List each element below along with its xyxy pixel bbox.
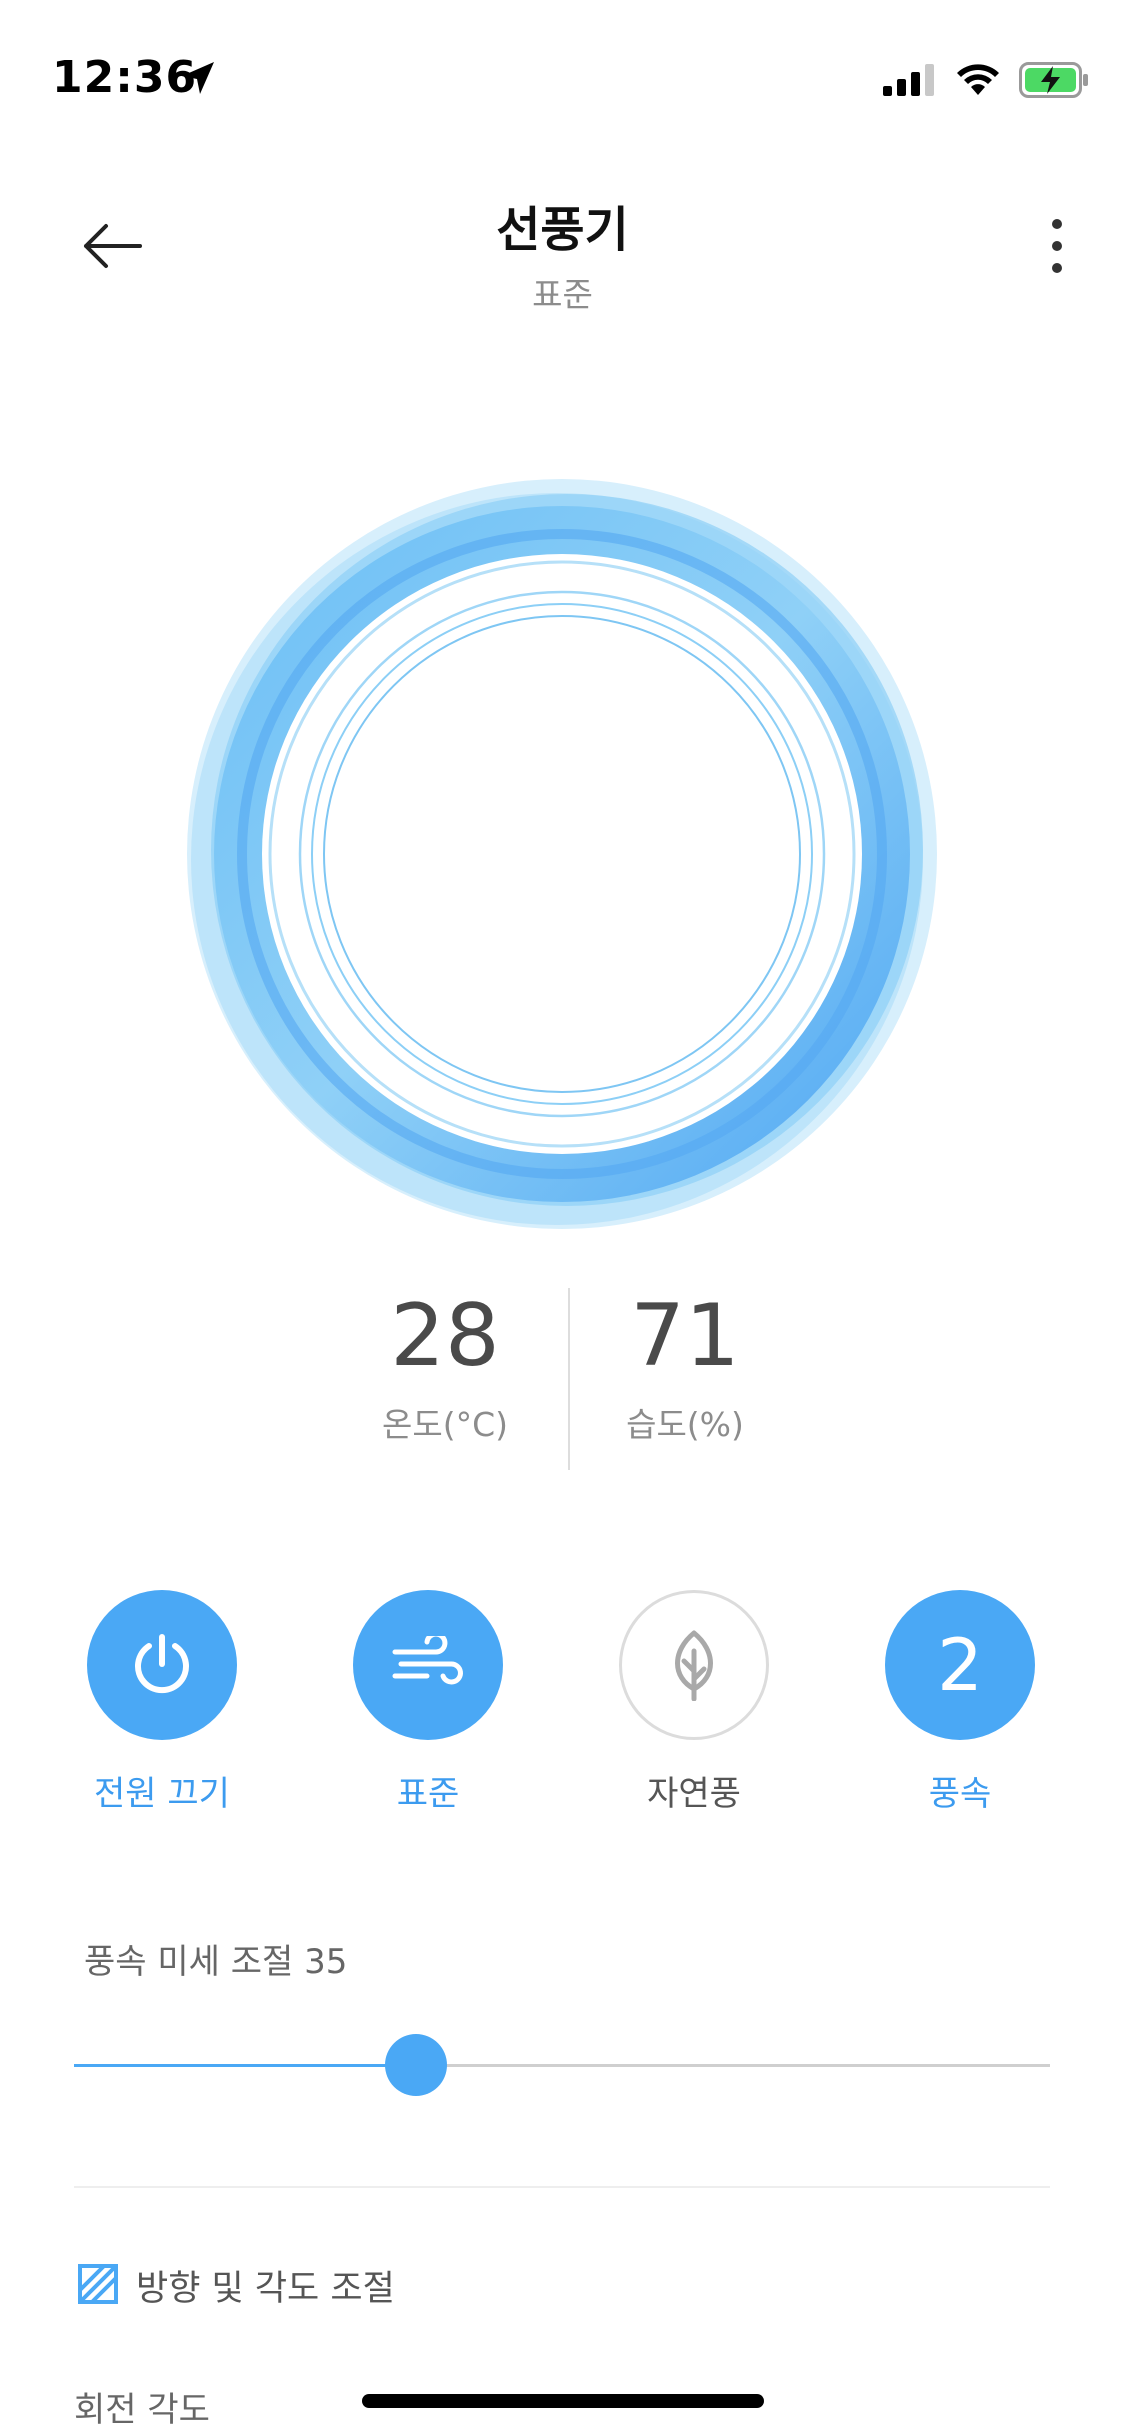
more-button[interactable] — [1021, 210, 1093, 282]
fine-speed-label: 풍속 미세 조절 35 — [84, 1942, 348, 1982]
power-button[interactable] — [87, 1590, 237, 1740]
cellular-signal-icon — [883, 64, 934, 96]
status-icons — [883, 60, 1089, 100]
temperature-value: 28 — [390, 1286, 500, 1386]
natural-wind-control[interactable]: 자연풍 — [594, 1590, 794, 1815]
page-subtitle: 표준 — [532, 275, 593, 314]
fine-speed-slider[interactable] — [74, 2064, 1050, 2067]
battery-charging-icon — [1019, 62, 1088, 98]
fan-speed-button[interactable]: 2 — [885, 1590, 1035, 1740]
temperature-reading: 28 온도(°C) — [320, 1288, 570, 1446]
standard-mode-control[interactable]: 표준 — [328, 1590, 528, 1815]
fan-speed-label: 풍속 — [928, 1774, 992, 1814]
humidity-value: 71 — [630, 1286, 740, 1386]
humidity-label: 습도(%) — [626, 1405, 744, 1444]
direction-angle-icon[interactable] — [78, 2264, 118, 2304]
home-indicator[interactable] — [362, 2394, 764, 2408]
humidity-reading: 71 습도(%) — [560, 1288, 810, 1446]
natural-wind-button[interactable] — [619, 1590, 769, 1740]
power-off-control[interactable]: 전원 끄기 — [62, 1590, 262, 1815]
section-divider — [74, 2186, 1050, 2188]
standard-mode-button[interactable] — [353, 1590, 503, 1740]
fan-speed-value: 2 — [937, 1623, 983, 1707]
header-title-block: 선풍기 표준 — [0, 190, 1125, 316]
status-time: 12:36 — [52, 52, 198, 103]
fan-ring-graphic — [187, 479, 937, 1229]
natural-wind-label: 자연풍 — [647, 1774, 741, 1814]
more-vertical-icon — [1052, 219, 1062, 273]
temperature-label: 온도(°C) — [381, 1405, 508, 1444]
fan-speed-control[interactable]: 2 풍속 — [860, 1590, 1060, 1815]
wifi-icon — [957, 64, 999, 95]
page-title: 선풍기 — [496, 202, 629, 258]
location-arrow-icon — [182, 62, 214, 94]
direction-angle-label[interactable]: 방향 및 각도 조절 — [136, 2260, 395, 2311]
power-icon — [135, 1634, 189, 1694]
standard-mode-label: 표준 — [396, 1774, 460, 1814]
slider-thumb[interactable] — [384, 2034, 447, 2096]
power-off-label: 전원 끄기 — [94, 1774, 230, 1814]
rotation-angle-label: 회전 각도 — [74, 2390, 210, 2430]
wind-icon — [392, 1636, 463, 1685]
leaf-icon — [675, 1630, 713, 1701]
slider-fill — [74, 2064, 416, 2067]
